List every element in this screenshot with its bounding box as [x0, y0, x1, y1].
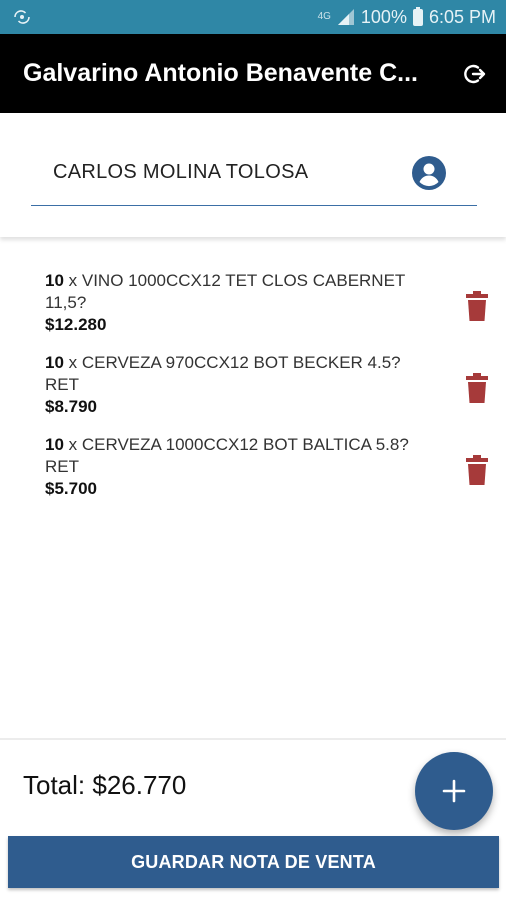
network-type: 4G: [317, 11, 331, 22]
order-total: Total: $26.770: [23, 770, 187, 800]
battery-percent: 100%: [360, 6, 407, 27]
status-right: 4G 100% 6:05 PM: [317, 6, 496, 28]
footer-divider: [0, 738, 506, 740]
save-sale-note-button[interactable]: GUARDAR NOTA DE VENTA: [8, 836, 499, 888]
status-left: [12, 8, 32, 26]
signal-icon: [337, 9, 354, 25]
list-item: 10 x CERVEZA 970CCX12 BOT BECKER 4.5? RE…: [0, 352, 506, 434]
delete-icon[interactable]: [464, 372, 490, 404]
item-description: VINO 1000CCX12 TET CLOS CABERNET 11,5?: [45, 271, 405, 312]
item-separator: x: [63, 353, 82, 372]
item-qty: 10: [45, 435, 64, 454]
item-price: $8.790: [45, 397, 97, 416]
status-time: 6:05 PM: [428, 6, 496, 27]
person-icon[interactable]: [411, 155, 447, 191]
add-item-button[interactable]: [415, 752, 493, 830]
list-item: 10 x CERVEZA 1000CCX12 BOT BALTICA 5.8? …: [0, 434, 506, 516]
item-separator: x: [63, 435, 82, 454]
logout-button[interactable]: [462, 61, 488, 87]
delete-icon[interactable]: [464, 454, 490, 486]
item-qty: 10: [45, 353, 64, 372]
sync-icon: [14, 10, 30, 24]
item-price: $12.280: [45, 315, 107, 334]
client-field[interactable]: CARLOS MOLINA TOLOSA: [31, 140, 477, 206]
app-bar: Galvarino Antonio Benavente C...: [0, 34, 506, 113]
item-price: $5.700: [45, 479, 97, 498]
battery-icon: [412, 6, 423, 26]
item-description: CERVEZA 1000CCX12 BOT BALTICA 5.8? RET: [45, 435, 409, 476]
logout-icon: [464, 64, 486, 83]
items-list: 10 x VINO 1000CCX12 TET CLOS CABERNET 11…: [0, 270, 506, 516]
plus-icon: [442, 779, 466, 803]
delete-icon[interactable]: [464, 290, 490, 322]
item-description: CERVEZA 970CCX12 BOT BECKER 4.5? RET: [45, 353, 401, 394]
status-bar: 4G 100% 6:05 PM: [0, 0, 506, 34]
item-separator: x: [63, 271, 82, 290]
app-title: Galvarino Antonio Benavente C...: [23, 59, 418, 87]
client-name: CARLOS MOLINA TOLOSA: [53, 161, 309, 183]
list-item: 10 x VINO 1000CCX12 TET CLOS CABERNET 11…: [0, 270, 506, 352]
item-qty: 10: [45, 271, 64, 290]
